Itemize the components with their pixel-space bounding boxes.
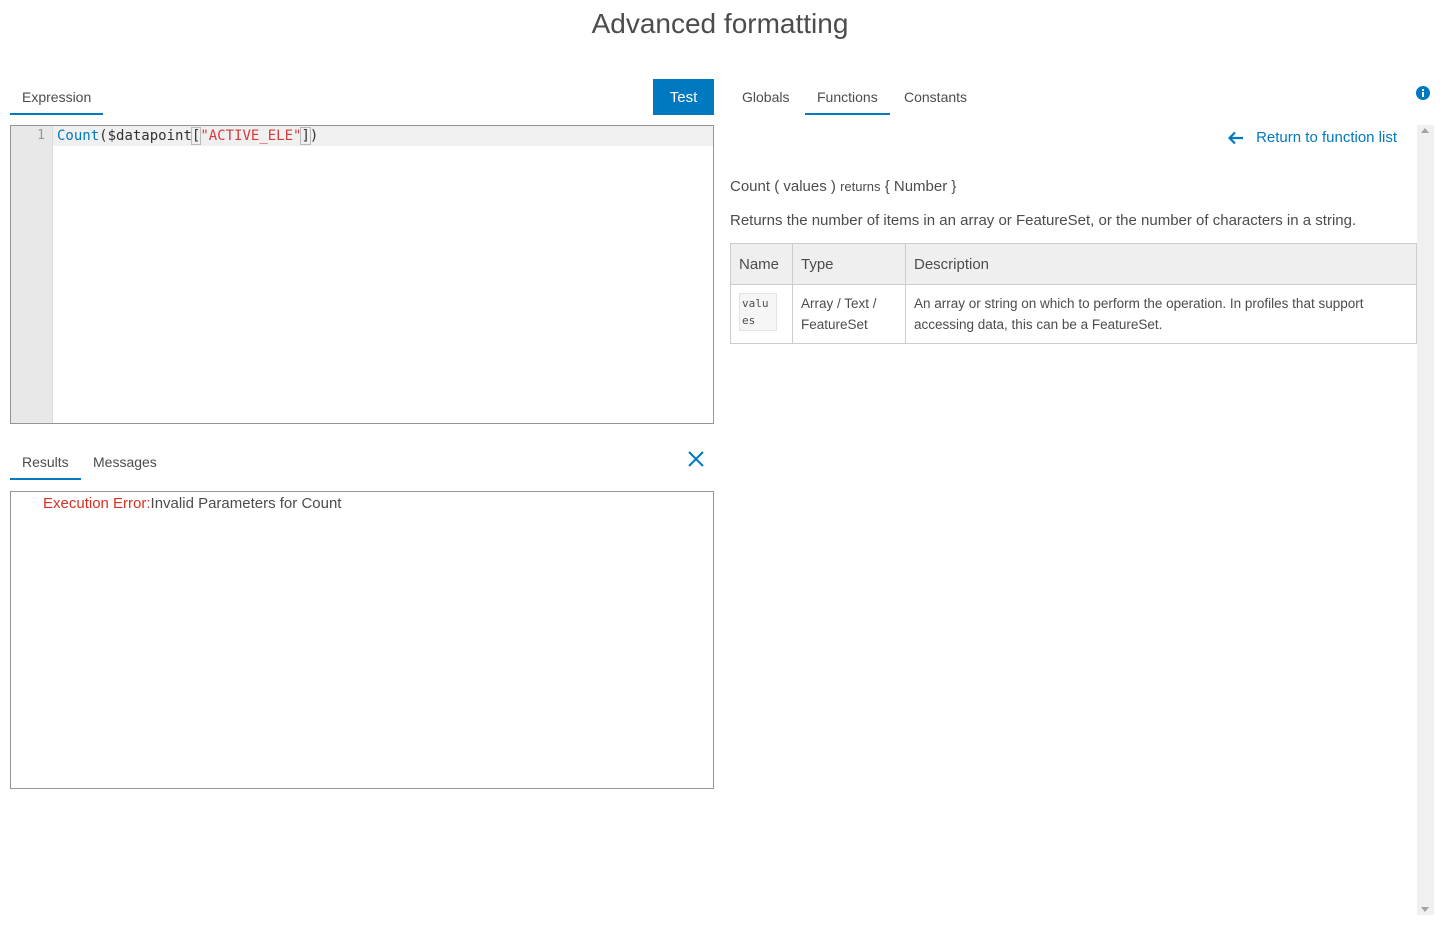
info-icon[interactable] <box>1415 85 1431 101</box>
tab-expression[interactable]: Expression <box>10 79 104 115</box>
parameters-table: Name Type Description values Array / Tex… <box>730 243 1417 344</box>
error-label: Execution Error: <box>43 495 151 512</box>
function-signature: Count ( values ) returns { Number } <box>730 178 956 195</box>
code-token-param: ($datapoint <box>99 128 192 144</box>
function-detail-panel: Return to function list Count ( values )… <box>730 125 1417 915</box>
function-description: Returns the number of items in an array … <box>730 212 1357 229</box>
tab-globals[interactable]: Globals <box>730 79 801 115</box>
scrollbar[interactable] <box>1417 125 1434 915</box>
code-token-function: Count <box>57 128 100 144</box>
code-token-bracket-close: ] <box>300 127 311 145</box>
tab-constants[interactable]: Constants <box>892 79 979 115</box>
return-link-label: Return to function list <box>1256 129 1397 146</box>
arrow-left-icon <box>1228 131 1244 144</box>
signature-function: Count ( values ) <box>730 178 836 195</box>
signature-return-type: { Number } <box>884 178 957 195</box>
param-type: Array / Text / FeatureSet <box>792 284 906 344</box>
code-token-paren: ) <box>309 128 319 144</box>
code-token-string: "ACTIVE_ELE" <box>200 128 302 144</box>
column-header-type: Type <box>792 243 906 285</box>
param-name: values <box>739 293 777 331</box>
scroll-down-icon[interactable] <box>1421 907 1429 912</box>
table-row: values Array / Text / FeatureSet An arra… <box>730 284 1417 344</box>
column-header-description: Description <box>905 243 1417 285</box>
signature-returns: returns <box>840 179 881 194</box>
editor-gutter: 1 <box>11 126 53 423</box>
return-to-function-list-link[interactable]: Return to function list <box>1228 129 1397 146</box>
param-name-cell: values <box>730 284 793 344</box>
code-line[interactable]: Count($datapoint["ACTIVE_ELE"]) <box>57 126 318 146</box>
close-icon[interactable] <box>686 449 706 469</box>
scroll-up-icon[interactable] <box>1421 128 1429 133</box>
tab-results[interactable]: Results <box>10 444 81 480</box>
tab-functions[interactable]: Functions <box>805 79 890 115</box>
param-description: An array or string on which to perform t… <box>905 284 1417 344</box>
column-header-name: Name <box>730 243 793 285</box>
result-line: Execution Error:Invalid Parameters for C… <box>43 495 341 512</box>
page-title: Advanced formatting <box>591 8 849 39</box>
test-button[interactable]: Test <box>653 79 714 115</box>
tab-messages[interactable]: Messages <box>81 444 169 480</box>
error-message: Invalid Parameters for Count <box>150 495 342 512</box>
code-editor[interactable]: 1 Count($datapoint["ACTIVE_ELE"]) <box>10 125 714 424</box>
line-number: 1 <box>37 128 45 143</box>
results-panel: Execution Error:Invalid Parameters for C… <box>10 491 714 789</box>
